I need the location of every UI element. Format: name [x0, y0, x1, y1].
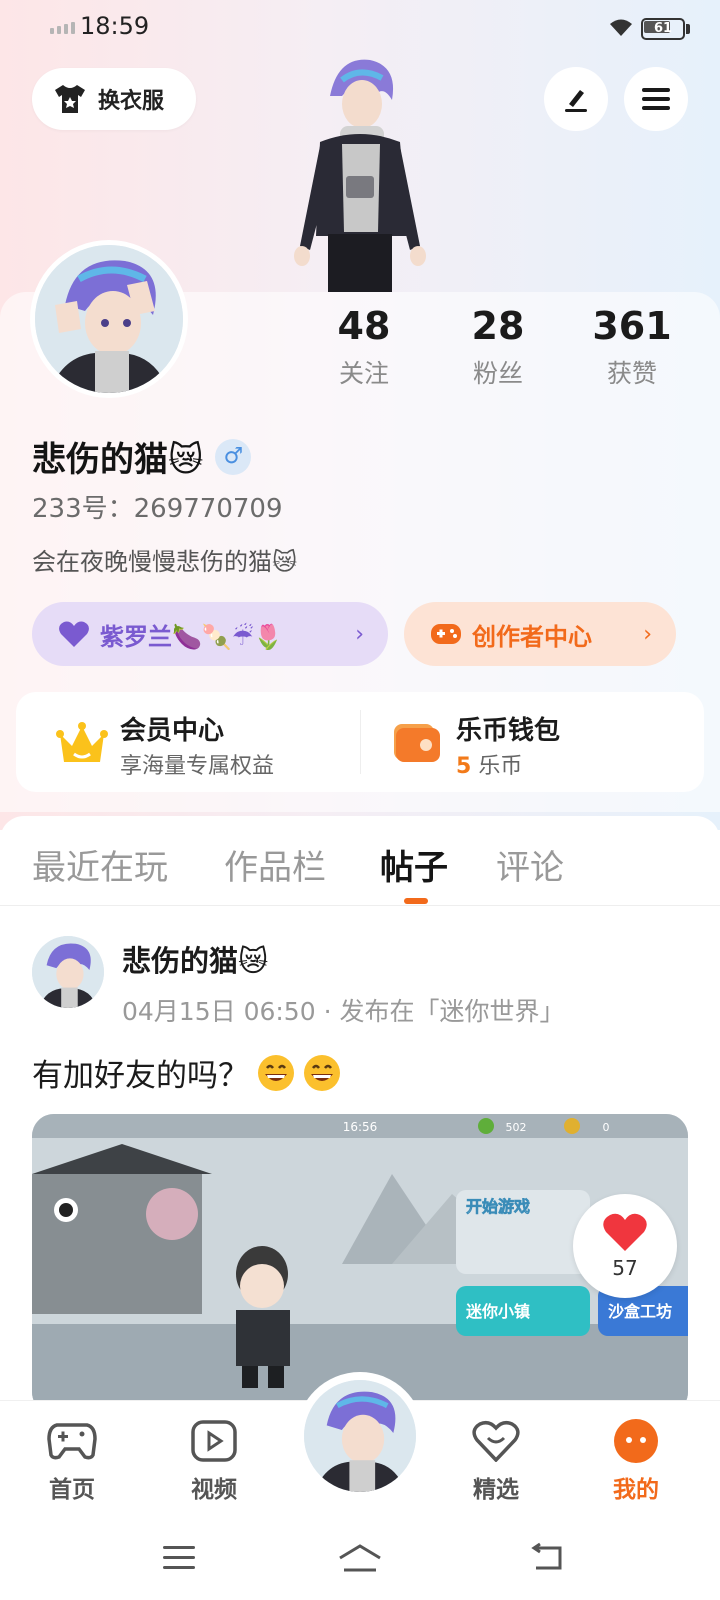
tab-works[interactable]: 作品栏 — [224, 840, 326, 889]
nav-featured[interactable]: 精选 — [446, 1418, 546, 1504]
crown-icon — [56, 722, 108, 762]
likes-received-label: 获赞 — [606, 359, 657, 388]
avatar-image — [35, 245, 183, 393]
tab-recently-played[interactable]: 最近在玩 — [32, 840, 168, 889]
divider — [360, 710, 361, 774]
mini-town-text: 迷你小镇 — [465, 1302, 530, 1321]
likes-stat[interactable]: 361 获赞 — [562, 302, 702, 390]
gamepad-icon — [431, 624, 461, 644]
recent-apps-icon[interactable] — [162, 1544, 196, 1572]
sandbox-text: 沙盒工坊 — [608, 1302, 672, 1321]
following-count: 48 — [337, 304, 391, 348]
game-currency-b: 0 — [603, 1121, 610, 1134]
profile-face-icon — [614, 1419, 658, 1463]
nav-video[interactable]: 视频 — [164, 1418, 264, 1504]
gender-male-icon: ♂ — [215, 438, 252, 475]
gamepad-icon — [47, 1423, 97, 1460]
signal-icon — [50, 22, 75, 34]
video-play-icon — [191, 1420, 237, 1462]
following-stat[interactable]: 48 关注 — [294, 302, 434, 390]
game-clock: 16:56 — [343, 1120, 378, 1134]
change-outfit-label: 换衣服 — [98, 89, 165, 114]
nav-featured-label: 精选 — [473, 1477, 519, 1503]
user-bio: 会在夜晚慢慢悲伤的猫😿 — [32, 548, 298, 576]
like-button[interactable]: 57 — [573, 1194, 677, 1298]
vip-center-title: 会员中心 — [120, 716, 225, 746]
heart-icon — [603, 1213, 647, 1251]
followers-stat[interactable]: 28 粉丝 — [428, 302, 568, 390]
post-author-avatar[interactable] — [32, 936, 104, 1008]
member-wallet-card: 会员中心 享海量专属权益 乐币钱包 5 乐币 — [16, 692, 704, 792]
game-currency-a: 502 — [506, 1121, 527, 1134]
tab-posts[interactable]: 帖子 — [380, 840, 448, 889]
following-label: 关注 — [338, 359, 389, 388]
chevron-right-icon: › — [355, 621, 364, 647]
avatar-image — [32, 936, 104, 1008]
start-game-text: 开始游戏 — [466, 1197, 530, 1216]
battery-level: 61 — [653, 21, 673, 36]
tab-comments[interactable]: 评论 — [496, 840, 564, 889]
wallet-title: 乐币钱包 — [456, 716, 561, 746]
profile-tabs: 最近在玩 作品栏 帖子 评论 — [0, 816, 720, 906]
home-icon[interactable] — [336, 1542, 384, 1574]
avatar-character-3d[interactable] — [280, 56, 440, 292]
active-tab-indicator — [404, 898, 428, 904]
battery-icon: 61 — [641, 18, 691, 40]
post-meta: 04月15日 06:50 · 发布在「迷你世界」 — [122, 997, 565, 1026]
wallet-balance: 5 乐币 — [456, 748, 522, 780]
heart-smile-icon — [472, 1420, 520, 1462]
grinning-emoji-icon — [258, 1054, 294, 1091]
followers-count: 28 — [471, 304, 525, 348]
post-author-name[interactable]: 悲伤的猫😿 — [122, 938, 268, 980]
username-row: 悲伤的猫😿 ♂ — [32, 432, 252, 481]
system-navigation-bar — [0, 1516, 720, 1600]
heart-icon — [59, 621, 89, 647]
grinning-emoji-icon — [304, 1054, 340, 1091]
edit-profile-button[interactable] — [544, 67, 608, 131]
followers-label: 粉丝 — [472, 359, 523, 388]
status-time: 18:59 — [80, 12, 150, 40]
creator-center-button[interactable]: 创作者中心 › — [404, 602, 676, 666]
post-content: 有加好友的吗？ — [32, 1050, 341, 1095]
wifi-icon — [610, 19, 632, 36]
violet-badge-label: 紫罗兰🍆🍡☔🌷 — [100, 622, 284, 651]
pen-icon — [565, 90, 587, 112]
change-outfit-button[interactable]: 换衣服 — [32, 68, 196, 130]
likes-received-count: 361 — [592, 304, 672, 348]
post-text: 有加好友的吗？ — [32, 1058, 249, 1094]
like-count: 57 — [612, 1256, 638, 1280]
violet-badge-pill[interactable]: 紫罗兰🍆🍡☔🌷 › — [32, 602, 388, 666]
chevron-right-icon: › — [643, 621, 652, 647]
username: 悲伤的猫😿 — [32, 440, 204, 480]
profile-avatar[interactable] — [30, 240, 188, 398]
wallet-amount: 5 — [456, 754, 472, 779]
avatar-image — [304, 1380, 416, 1492]
back-icon[interactable] — [530, 1542, 566, 1574]
nav-mine-label: 我的 — [613, 1477, 659, 1503]
nav-mine[interactable]: 我的 — [586, 1418, 686, 1504]
center-avatar-button[interactable] — [296, 1372, 424, 1500]
user-id: 233号：269770709 — [32, 494, 283, 524]
tshirt-icon — [55, 85, 85, 113]
menu-button[interactable] — [624, 67, 688, 131]
nav-home-label: 首页 — [49, 1477, 95, 1503]
nav-home[interactable]: 首页 — [22, 1418, 122, 1504]
status-bar: 18:59 61 — [0, 0, 720, 56]
hamburger-icon — [642, 88, 670, 110]
vip-center-subtitle: 享海量专属权益 — [120, 754, 275, 779]
wallet-unit: 乐币 — [478, 754, 523, 779]
creator-center-label: 创作者中心 — [472, 622, 592, 651]
wallet-icon — [394, 724, 440, 762]
nav-video-label: 视频 — [191, 1477, 237, 1503]
